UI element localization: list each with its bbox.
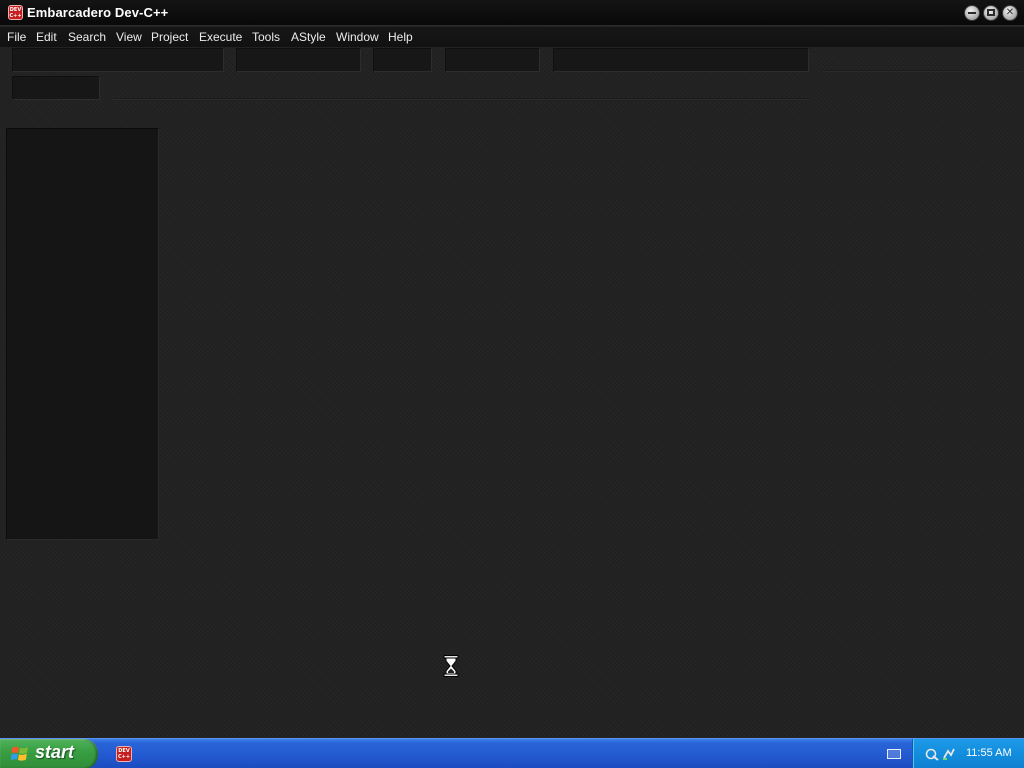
close-icon: ✕ (1005, 7, 1015, 18)
toolbar-divider (822, 70, 1022, 72)
title-bar: DEV C++ Embarcadero Dev-C++ ✕ (0, 0, 1024, 26)
menu-view[interactable]: View (116, 30, 142, 44)
network-icon[interactable] (925, 747, 939, 761)
restore-icon (987, 9, 995, 16)
menu-execute[interactable]: Execute (199, 30, 242, 44)
toolbar-row-1 (0, 48, 1024, 74)
menu-project[interactable]: Project (151, 30, 188, 44)
restore-button[interactable] (983, 5, 999, 21)
window-title: Embarcadero Dev-C++ (27, 5, 169, 20)
toolbar-row-2 (0, 76, 1024, 102)
menu-tools[interactable]: Tools (252, 30, 280, 44)
devcpp-icon[interactable]: DEV C++ (116, 746, 132, 762)
toolbar-edit[interactable] (236, 48, 361, 72)
menu-edit[interactable]: Edit (36, 30, 57, 44)
connection-icon[interactable] (942, 747, 956, 761)
toolbar-main[interactable] (12, 48, 224, 72)
toolbar-project[interactable] (553, 48, 809, 72)
start-label: start (35, 742, 75, 762)
menu-bar: File Edit Search View Project Execute To… (0, 27, 1024, 47)
menu-help[interactable]: Help (388, 30, 413, 44)
toolbar-divider (113, 98, 810, 100)
close-button[interactable]: ✕ (1002, 5, 1018, 21)
devcpp-logo-icon: DEV C++ (8, 5, 23, 20)
menu-search[interactable]: Search (68, 30, 106, 44)
taskbar: start DEV C++ 11:55 AM (0, 738, 1024, 768)
minimize-button[interactable] (964, 5, 980, 21)
clock: 11:55 AM (966, 747, 1012, 759)
menu-file[interactable]: File (7, 30, 26, 44)
toolbar-search[interactable] (373, 48, 432, 72)
toolbar-compiler-select[interactable] (12, 76, 100, 100)
project-browser-panel[interactable] (6, 128, 159, 540)
windows-logo-icon (11, 746, 28, 761)
minimize-icon (968, 12, 976, 14)
toolbar-compile[interactable] (445, 48, 540, 72)
hourglass-icon (443, 655, 459, 677)
start-button[interactable]: start (0, 739, 98, 768)
menu-window[interactable]: Window (336, 30, 379, 44)
dev-cpp-window: DEV C++ Embarcadero Dev-C++ ✕ File Edit … (0, 0, 1024, 768)
menu-astyle[interactable]: AStyle (291, 30, 326, 44)
keyboard-icon[interactable] (887, 749, 901, 759)
